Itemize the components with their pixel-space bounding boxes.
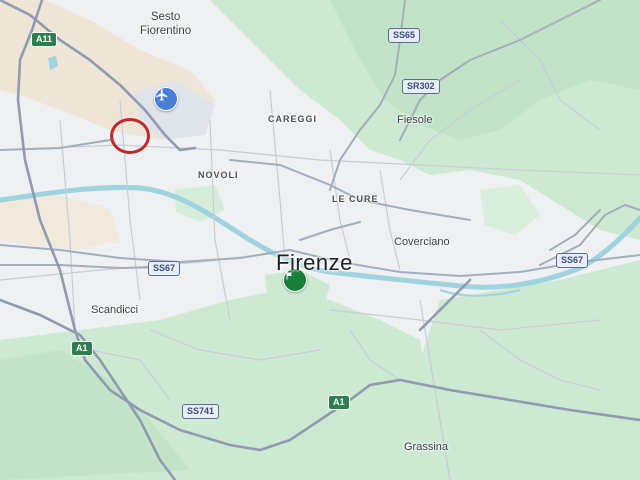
label-firenze: Firenze [276,250,353,275]
shield-a1-west: A1 [71,341,93,356]
shield-ss741: SS741 [182,404,220,419]
label-grassina: Grassina [404,441,449,453]
airport-pin[interactable] [154,87,178,111]
label-sesto-line2: Fiorentino [140,25,192,37]
map-base [0,0,640,480]
map-canvas[interactable]: Sesto Fiorentino CAREGGI Fiesole NOVOLI … [0,0,640,480]
label-sesto-fiorentino: Sesto Fiorentino [140,10,191,38]
shield-a11: A11 [31,32,58,47]
label-le-cure: LE CURE [332,194,379,204]
shield-ss67-east: SS67 [556,253,589,268]
shield-ss67-west: SS67 [148,261,181,276]
label-scandicci: Scandicci [91,304,139,316]
label-sesto-line1: Sesto [150,11,181,23]
highlight-circle [110,118,150,154]
shield-a1-south: A1 [328,395,350,410]
label-novoli: NOVOLI [198,170,239,180]
shield-ss65: SS65 [388,28,421,43]
label-careggi: CAREGGI [268,114,318,124]
shield-sr302: SR302 [402,79,440,94]
label-coverciano: Coverciano [394,236,450,248]
label-fiesole: Fiesole [397,114,433,126]
airplane-icon [156,89,168,101]
